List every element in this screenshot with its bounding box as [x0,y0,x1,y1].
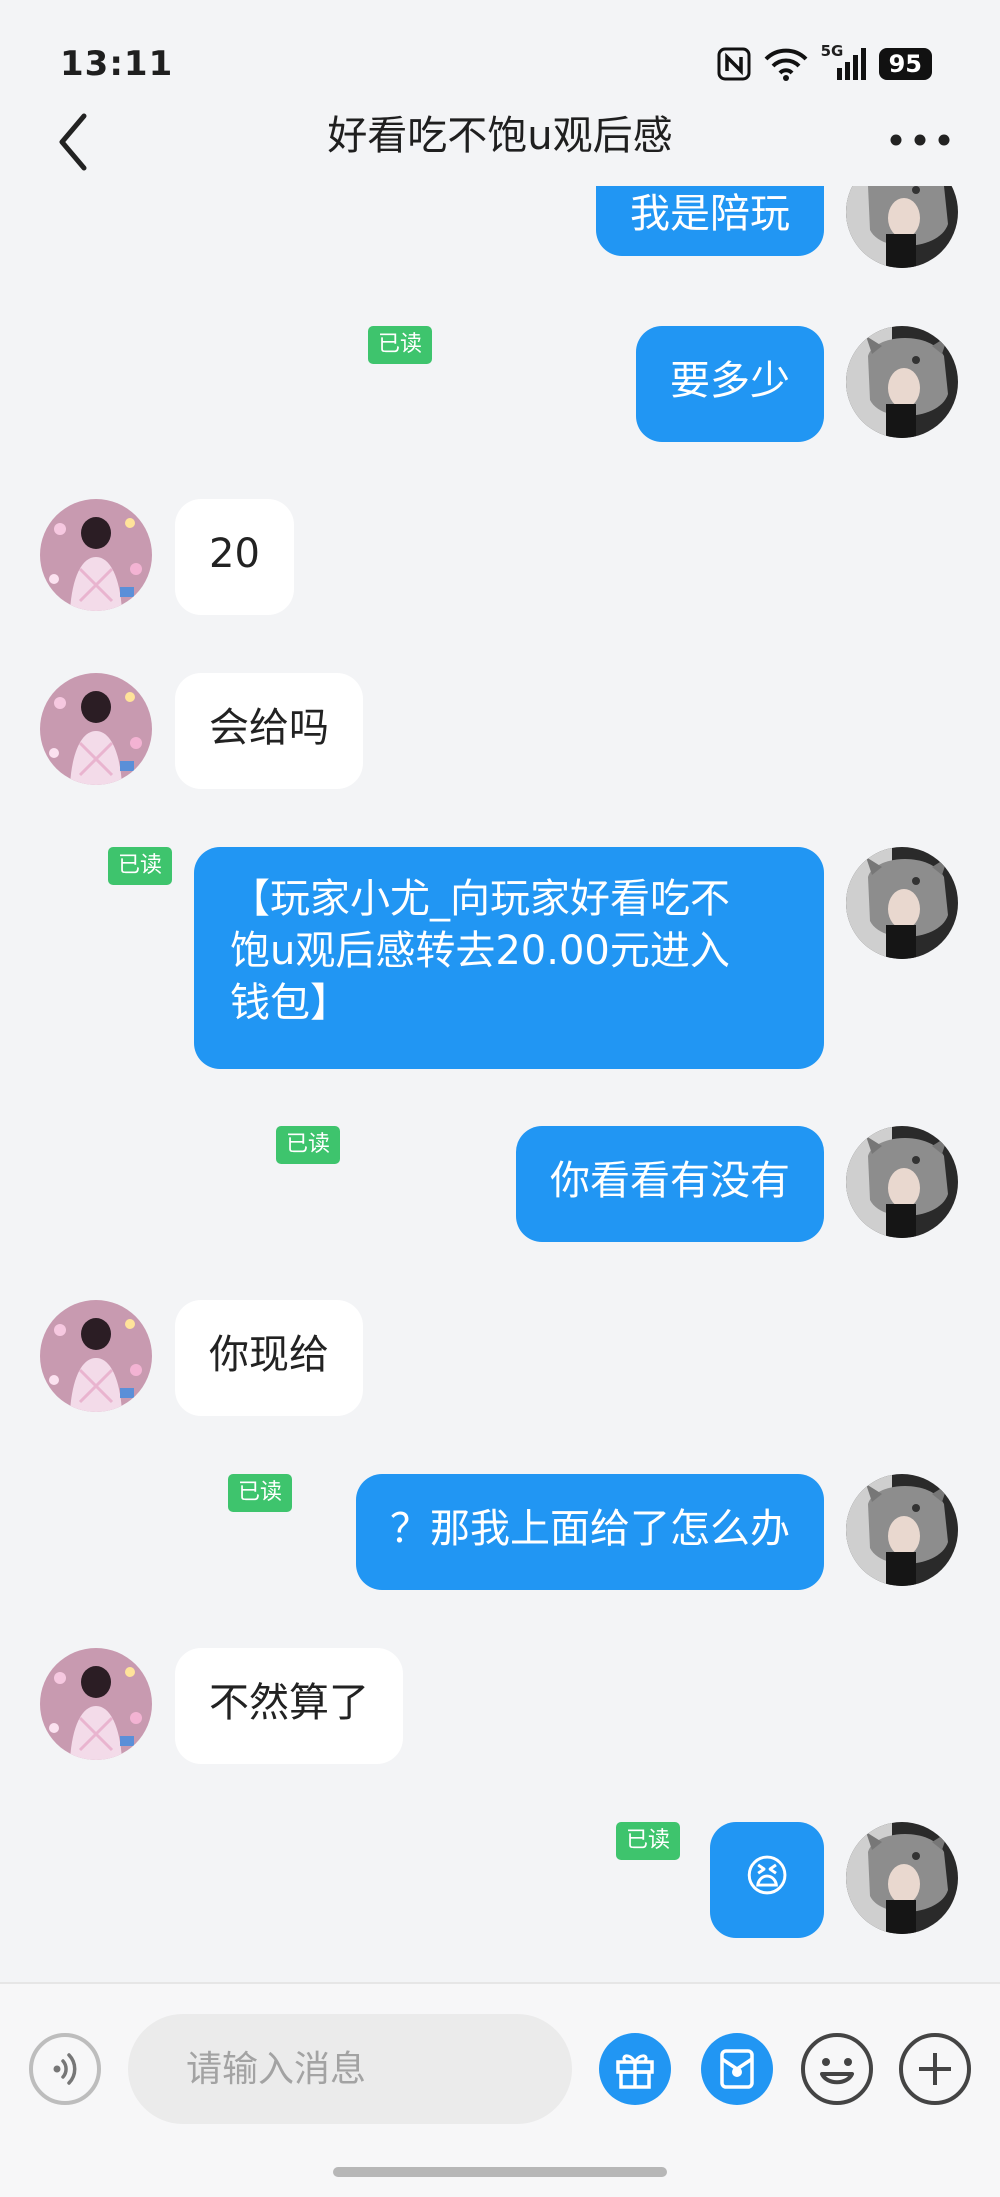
read-badge: 已读 [275,1126,340,1164]
message-bubble[interactable]: 你现给 [175,1300,363,1416]
avatar[interactable] [40,1648,152,1760]
plus-icon[interactable] [898,2032,972,2106]
avatar[interactable] [40,1300,152,1412]
wifi-icon [764,48,808,81]
message-bubble[interactable]: 不然算了 [175,1648,403,1764]
voice-icon[interactable] [28,2032,102,2106]
avatar[interactable] [846,186,958,268]
battery-indicator: 95 [878,48,932,80]
message-bubble[interactable]: 20 [175,499,294,615]
message-bubble[interactable]: 要多少 [636,326,824,442]
read-badge: 已读 [107,847,172,885]
signal-icon: 5G [821,42,867,82]
message-row: 你现给 [0,1300,1000,1416]
message-bubble[interactable]: 我是陪玩 [596,186,824,256]
red-packet-icon[interactable] [700,2032,774,2106]
message-bubble[interactable]: 【玩家小尤_向玩家好看吃不 饱u观后感转去20.00元进入 钱包】 [194,847,824,1069]
message-row: 已读 【玩家小尤_向玩家好看吃不 饱u观后感转去20.00元进入 钱包】 [0,847,1000,1069]
gift-icon[interactable] [598,2032,672,2106]
read-badge: 已读 [227,1474,292,1512]
chat-messages: 我是陪玩 已读 要多少 20 会给吗 已读 【玩家小尤_向玩家好看吃不 饱u观后… [0,186,1000,1980]
message-line: 【玩家小尤_向玩家好看吃不 [230,876,730,922]
message-row: 已读 你看看有没有 [0,1126,1000,1242]
message-bubble[interactable]: 会给吗 [175,673,363,789]
avatar[interactable] [846,847,958,959]
avatar[interactable] [846,1474,958,1586]
message-row: 已读 😫 [0,1822,1000,1938]
status-time: 13:11 [60,44,174,84]
more-options-icon[interactable] [884,120,956,160]
chat-header: 好看吃不饱u观后感 [0,100,1000,192]
message-line: 钱包】 [230,980,350,1026]
message-row: 我是陪玩 [0,186,1000,276]
read-badge: 已读 [615,1822,680,1860]
emoji-icon[interactable] [800,2032,874,2106]
page-title: 好看吃不饱u观后感 [327,113,673,159]
read-badge: 已读 [367,326,432,364]
message-row: 20 [0,499,1000,615]
message-bubble[interactable]: 😫 [710,1822,824,1938]
message-input[interactable] [128,2014,572,2124]
avatar[interactable] [846,326,958,438]
message-line: 饱u观后感转去20.00元进入 [230,928,730,974]
avatar[interactable] [40,673,152,785]
message-bubble[interactable]: ？那我上面给了怎么办 [356,1474,824,1590]
message-bubble[interactable]: 你看看有没有 [516,1126,824,1242]
avatar[interactable] [846,1822,958,1934]
avatar[interactable] [846,1126,958,1238]
status-bar: 13:11 5G 95 [0,0,1000,110]
nfc-icon [717,47,751,81]
message-row: 会给吗 [0,673,1000,789]
message-row: 已读 ？那我上面给了怎么办 [0,1474,1000,1590]
status-icons: 5G 95 [717,42,932,82]
message-row: 不然算了 [0,1648,1000,1764]
input-bar [0,1982,1000,2197]
avatar[interactable] [40,499,152,611]
home-indicator[interactable] [333,2167,667,2177]
message-row: 已读 要多少 [0,326,1000,442]
